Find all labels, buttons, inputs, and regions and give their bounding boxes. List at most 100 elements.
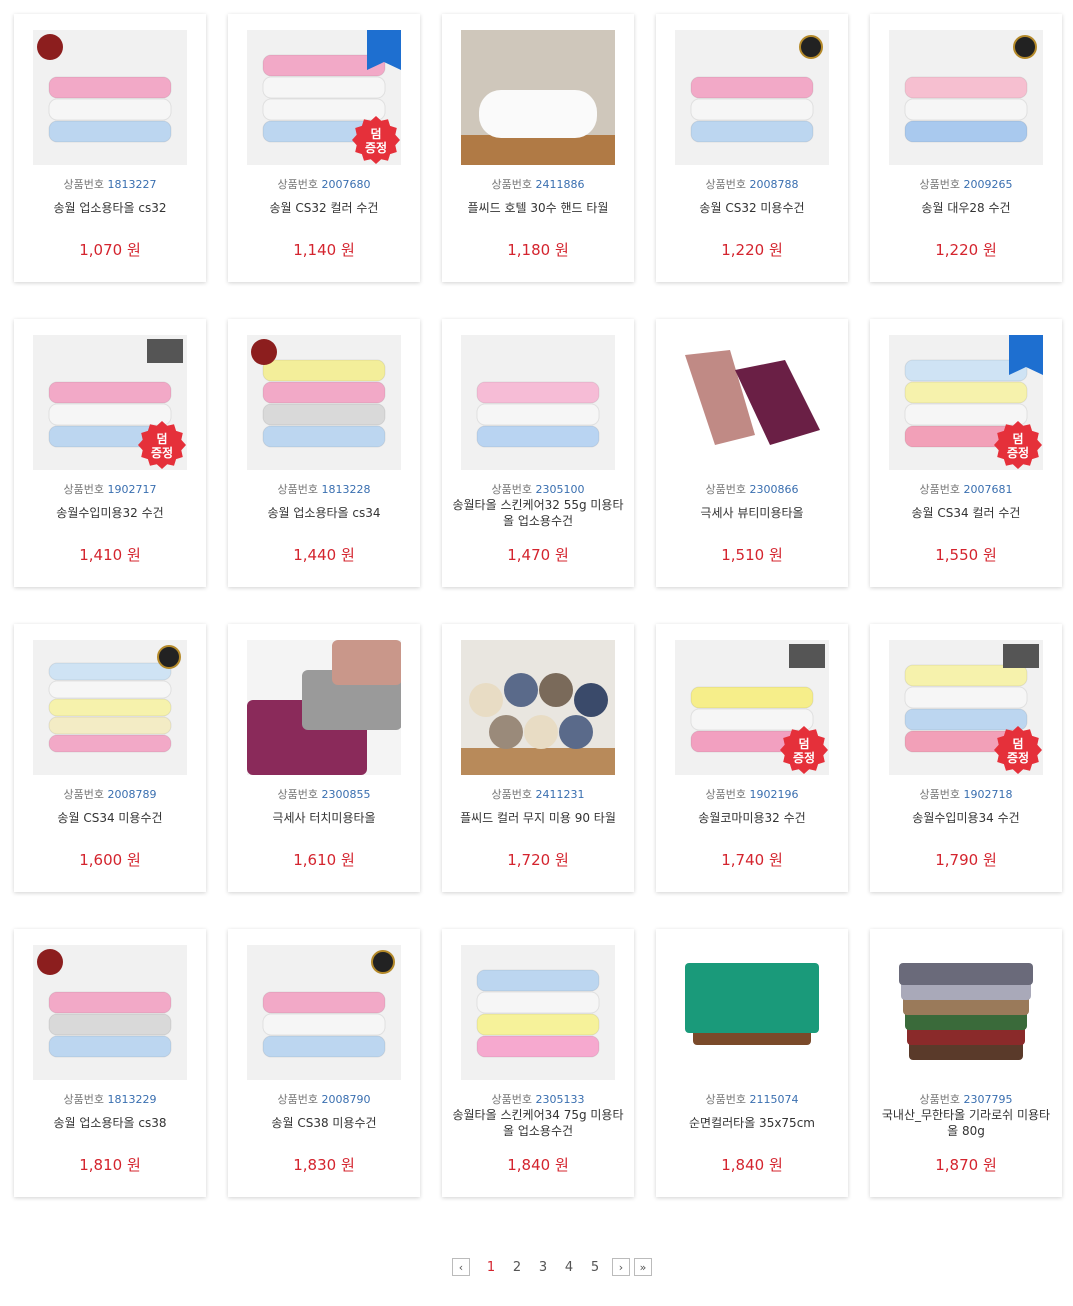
product-code: 상품번호 1902717 xyxy=(14,481,206,497)
product-name[interactable]: 순면컬러타올 35x75cm xyxy=(664,1115,840,1131)
product-image[interactable] xyxy=(247,335,401,470)
product-name[interactable]: 국내산_무한타올 기라로쉬 미용타올 80g xyxy=(878,1107,1054,1139)
towel-layer xyxy=(48,1013,172,1036)
product-image[interactable] xyxy=(461,30,615,165)
product-card[interactable]: 덤 증정 상품번호 1902196 송월코마미용32 수건 1,740 원 xyxy=(656,624,848,892)
product-price: 1,840 원 xyxy=(442,1154,634,1175)
product-card[interactable]: 상품번호 2008790 송월 CS38 미용수건 1,830 원 xyxy=(228,929,420,1197)
product-image[interactable] xyxy=(675,335,829,470)
product-code-number: 1813228 xyxy=(321,483,371,496)
product-price: 1,180 원 xyxy=(442,239,634,260)
product-image[interactable] xyxy=(675,30,829,165)
product-name[interactable]: 송월 대우28 수건 xyxy=(878,200,1054,216)
brand-seal-icon xyxy=(371,950,395,974)
product-name[interactable]: 송월 업소용타올 cs38 xyxy=(22,1115,198,1131)
product-image[interactable] xyxy=(33,945,187,1080)
product-name[interactable]: 극세사 터치미용타올 xyxy=(236,810,412,826)
price-value: 1,790 xyxy=(935,851,979,869)
product-name[interactable]: 송월 CS34 컬러 수건 xyxy=(878,505,1054,521)
page-1[interactable]: 1 xyxy=(478,1260,504,1275)
product-name[interactable]: 송월코마미용32 수건 xyxy=(664,810,840,826)
product-image[interactable] xyxy=(33,640,187,775)
product-name[interactable]: 송월수입미용32 수건 xyxy=(22,505,198,521)
price-value: 1,740 xyxy=(721,851,765,869)
product-card[interactable]: 상품번호 2008788 송월 CS32 미용수건 1,220 원 xyxy=(656,14,848,282)
product-price: 1,410 원 xyxy=(14,544,206,565)
product-card[interactable]: 상품번호 1813228 송월 업소용타올 cs34 1,440 원 xyxy=(228,319,420,587)
towel-layer xyxy=(48,120,172,143)
product-name[interactable]: 극세사 뷰티미용타올 xyxy=(664,505,840,521)
product-name[interactable]: 송월타올 스킨케어32 55g 미용타올 업소용수건 xyxy=(450,497,626,529)
product-name[interactable]: 송월 CS34 미용수건 xyxy=(22,810,198,826)
product-name[interactable]: 플씨드 컬러 무지 미용 90 타월 xyxy=(450,810,626,826)
product-card[interactable]: 상품번호 2009265 송월 대우28 수건 1,220 원 xyxy=(870,14,1062,282)
product-image[interactable] xyxy=(461,945,615,1080)
product-card[interactable]: 상품번호 2305100 송월타올 스킨케어32 55g 미용타올 업소용수건 1,… xyxy=(442,319,634,587)
gift-badge-text: 덤 xyxy=(156,431,167,446)
product-image[interactable] xyxy=(247,945,401,1080)
gift-badge-icon: 덤증정 xyxy=(138,421,186,469)
towel-roll xyxy=(559,715,593,749)
product-image[interactable]: 덤 증정 xyxy=(675,640,829,775)
product-price: 1,610 원 xyxy=(228,849,420,870)
product-name[interactable]: 송월타올 스킨케어34 75g 미용타올 업소용수건 xyxy=(450,1107,626,1139)
product-image[interactable]: 덤 증정 xyxy=(889,640,1043,775)
product-card[interactable]: 덤 증정 상품번호 2007681 송월 CS34 컬러 수건 1,550 원 xyxy=(870,319,1062,587)
page-4[interactable]: 4 xyxy=(556,1260,582,1275)
product-name[interactable]: 송월 CS32 컬러 수건 xyxy=(236,200,412,216)
product-name[interactable]: 송월 CS32 미용수건 xyxy=(664,200,840,216)
page-2[interactable]: 2 xyxy=(504,1260,530,1275)
product-card[interactable]: 상품번호 2411231 플씨드 컬러 무지 미용 90 타월 1,720 원 xyxy=(442,624,634,892)
product-card[interactable]: 상품번호 2300866 극세사 뷰티미용타올 1,510 원 xyxy=(656,319,848,587)
product-name[interactable]: 송월수입미용34 수건 xyxy=(878,810,1054,826)
towel-layer xyxy=(476,1035,600,1058)
price-currency: 원 xyxy=(978,851,997,869)
gift-badge-text: 덤 xyxy=(1012,736,1023,751)
product-image[interactable]: 덤 증정 xyxy=(889,335,1043,470)
towel-layer xyxy=(48,734,172,753)
price-currency: 원 xyxy=(550,546,569,564)
price-currency: 원 xyxy=(336,546,355,564)
product-card[interactable]: 덤 증정 상품번호 1902718 송월수입미용34 수건 1,790 원 xyxy=(870,624,1062,892)
next-page-button[interactable]: › xyxy=(612,1258,630,1276)
gift-badge-text: 증정 xyxy=(1007,445,1029,460)
price-currency: 원 xyxy=(978,241,997,259)
product-image[interactable] xyxy=(461,640,615,775)
product-image[interactable] xyxy=(461,335,615,470)
page-5[interactable]: 5 xyxy=(582,1260,608,1275)
product-image[interactable] xyxy=(247,640,401,775)
last-page-button[interactable]: » xyxy=(634,1258,652,1276)
product-image[interactable]: 덤 증정 xyxy=(247,30,401,165)
product-card[interactable]: 상품번호 2307795 국내산_무한타올 기라로쉬 미용타올 80g 1,870 … xyxy=(870,929,1062,1197)
price-currency: 원 xyxy=(336,1156,355,1174)
product-image[interactable] xyxy=(889,30,1043,165)
product-code-number: 2115074 xyxy=(749,1093,799,1106)
product-card[interactable]: 상품번호 1813227 송월 업소용타올 cs32 1,070 원 xyxy=(14,14,206,282)
towel-illustration xyxy=(461,673,615,775)
product-card[interactable]: 상품번호 2300855 극세사 터치미용타올 1,610 원 xyxy=(228,624,420,892)
towel-layer xyxy=(690,686,814,709)
product-name[interactable]: 플씨드 호텔 30수 핸드 타월 xyxy=(450,200,626,216)
product-image[interactable] xyxy=(889,945,1043,1080)
towel-layer xyxy=(262,991,386,1014)
product-card[interactable]: 상품번호 2008789 송월 CS34 미용수건 1,600 원 xyxy=(14,624,206,892)
product-card[interactable]: 덤 증정상품번호 1902717 송월수입미용32 수건 1,410 원 xyxy=(14,319,206,587)
product-name[interactable]: 송월 CS38 미용수건 xyxy=(236,1115,412,1131)
product-image[interactable] xyxy=(675,945,829,1080)
product-card[interactable]: 상품번호 2411886 플씨드 호텔 30수 핸드 타월 1,180 원 xyxy=(442,14,634,282)
towel-layer xyxy=(476,425,600,448)
product-card[interactable]: 상품번호 2305133 송월타올 스킨케어34 75g 미용타올 업소용수건 1,… xyxy=(442,929,634,1197)
product-name[interactable]: 송월 업소용타올 cs32 xyxy=(22,200,198,216)
product-image[interactable] xyxy=(33,30,187,165)
product-code-label: 상품번호 xyxy=(63,483,108,496)
product-code: 상품번호 2411231 xyxy=(442,786,634,802)
page-3[interactable]: 3 xyxy=(530,1260,556,1275)
product-name[interactable]: 송월 업소용타올 cs34 xyxy=(236,505,412,521)
product-image[interactable]: 덤 증정 xyxy=(33,335,187,470)
product-card[interactable]: 상품번호 2115074 순면컬러타올 35x75cm 1,840 원 xyxy=(656,929,848,1197)
product-code-label: 상품번호 xyxy=(491,483,536,496)
towel-layer xyxy=(48,76,172,99)
prev-page-button[interactable]: ‹ xyxy=(452,1258,470,1276)
product-card[interactable]: 상품번호 1813229 송월 업소용타올 cs38 1,810 원 xyxy=(14,929,206,1197)
product-card[interactable]: 덤 증정 상품번호 2007680 송월 CS32 컬러 수건 1,140 원 xyxy=(228,14,420,282)
